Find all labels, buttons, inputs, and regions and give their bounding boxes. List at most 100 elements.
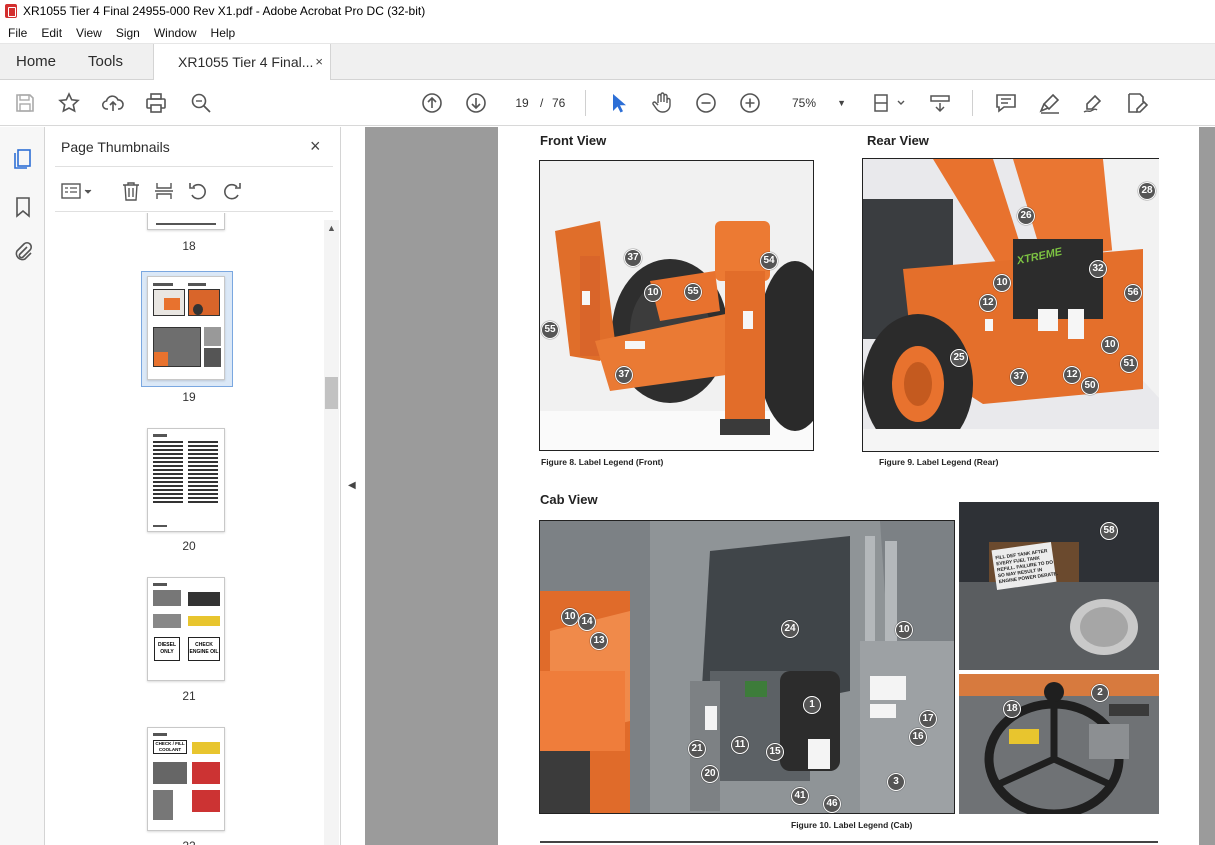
callout-badge: 12: [979, 294, 997, 312]
callout-badge: 2: [1091, 684, 1109, 702]
thumbnail-page-20[interactable]: [147, 428, 225, 532]
callout-badge: 10: [895, 621, 913, 639]
rear-figure-caption: Figure 9. Label Legend (Rear): [879, 457, 999, 467]
callout-badge: 13: [590, 632, 608, 650]
callout-badge: 17: [919, 710, 937, 728]
panel-title: Page Thumbnails: [61, 139, 170, 155]
zoom-value: 75%: [792, 96, 817, 110]
fill-sign-icon[interactable]: [1125, 91, 1149, 115]
cab-figure-caption: Figure 10. Label Legend (Cab): [791, 820, 913, 830]
hand-tool-icon[interactable]: [650, 91, 674, 115]
menu-view[interactable]: View: [68, 26, 108, 40]
callout-badge: 25: [950, 349, 968, 367]
callout-badge: 37: [615, 366, 633, 384]
attachment-icon[interactable]: [11, 240, 35, 264]
callout-badge: 58: [1100, 522, 1118, 540]
callout-badge: 18: [1003, 700, 1021, 718]
zoom-search-icon[interactable]: [189, 91, 213, 115]
pdf-page: Front View Rear View Figure 8. Label Leg…: [498, 127, 1199, 845]
tab-home[interactable]: Home: [16, 44, 56, 80]
zoom-in-icon[interactable]: [738, 91, 762, 115]
next-page-icon[interactable]: [464, 91, 488, 115]
toolbar: 19 / 76 75% ▼: [0, 80, 1215, 126]
save-icon[interactable]: [13, 91, 37, 115]
highlight-pen-icon[interactable]: [1038, 91, 1062, 115]
tab-tools[interactable]: Tools: [88, 44, 123, 80]
rotate-counterclockwise-icon[interactable]: [187, 180, 209, 202]
page-thumbnails-icon[interactable]: [11, 147, 35, 171]
sign-pen-icon[interactable]: [1081, 91, 1105, 115]
thumbnail-label: 21: [182, 689, 196, 703]
menu-bar: File Edit View Sign Window Help: [0, 22, 1215, 44]
panel-toolbar: [55, 166, 333, 212]
zoom-out-icon[interactable]: [694, 91, 718, 115]
callout-badge: 46: [823, 795, 841, 813]
scroll-mode-icon[interactable]: [928, 91, 952, 115]
tab-document[interactable]: XR1055 Tier 4 Final... ×: [153, 44, 331, 81]
toolbar-divider: [972, 90, 973, 116]
callout-badge: 50: [1081, 377, 1099, 395]
previous-page-icon[interactable]: [420, 91, 444, 115]
menu-edit[interactable]: Edit: [33, 26, 68, 40]
bookmark-icon[interactable]: [11, 195, 35, 219]
title-bar: XR1055 Tier 4 Final 24955-000 Rev X1.pdf…: [0, 0, 1215, 22]
page-total: 76: [552, 96, 566, 110]
menu-sign[interactable]: Sign: [108, 26, 146, 40]
left-rail: [0, 127, 45, 845]
callout-badge: 26: [1017, 207, 1035, 225]
close-tab-icon[interactable]: ×: [315, 44, 323, 80]
callout-badge: 41: [791, 787, 809, 805]
callout-badge: 24: [781, 620, 799, 638]
zoom-select[interactable]: 75% ▼: [780, 91, 852, 115]
callout-badge: 32: [1089, 260, 1107, 278]
steering-wheel-figure: [959, 674, 1159, 814]
thumbnail-page-21[interactable]: DIESEL ONLY CHECK ENGINE OIL: [147, 577, 225, 681]
menu-window[interactable]: Window: [146, 26, 203, 40]
document-view: Front View Rear View Figure 8. Label Leg…: [365, 127, 1215, 845]
chevron-down-icon: ▼: [837, 98, 846, 108]
callout-badge: 20: [701, 765, 719, 783]
upload-cloud-icon[interactable]: [101, 91, 125, 115]
thumbnail-scrollbar[interactable]: ▲: [324, 220, 339, 845]
callout-badge: 3: [887, 773, 905, 791]
callout-badge: 12: [1063, 366, 1081, 384]
callout-badge: 37: [1010, 368, 1028, 386]
thumbnail-label: 20: [182, 539, 196, 553]
callout-badge: 56: [1124, 284, 1142, 302]
rear-view-heading: Rear View: [867, 133, 929, 148]
delete-page-icon[interactable]: [120, 180, 142, 202]
check-engine-oil-mini-label: CHECK ENGINE OIL: [188, 637, 220, 661]
callout-badge: 37: [624, 249, 642, 267]
front-view-figure: [539, 160, 814, 451]
callout-badge: 11: [731, 736, 749, 754]
callout-badge: 10: [1101, 336, 1119, 354]
thumbnail-page-22[interactable]: CHECK / FILL COOLANT: [147, 727, 225, 831]
page-fit-icon[interactable]: [872, 91, 908, 115]
comment-icon[interactable]: [994, 91, 1018, 115]
diesel-only-mini-label: DIESEL ONLY: [154, 637, 180, 661]
toolbar-divider: [585, 90, 586, 116]
menu-help[interactable]: Help: [203, 26, 242, 40]
thumbnails-panel: Page Thumbnails × 18 19 20 DIESEL ONLY C…: [45, 127, 341, 845]
thumbnail-label: 22: [55, 839, 323, 845]
close-panel-icon[interactable]: ×: [310, 136, 321, 157]
tab-document-label: XR1055 Tier 4 Final...: [178, 54, 314, 70]
star-icon[interactable]: [57, 91, 81, 115]
select-cursor-icon[interactable]: [606, 91, 630, 115]
scrollbar-thumb[interactable]: [325, 377, 338, 409]
thumbnail-page-19[interactable]: [147, 276, 225, 380]
thumbnail-page-18[interactable]: [147, 213, 225, 230]
thumbnail-options-icon[interactable]: [60, 180, 94, 202]
window-title: XR1055 Tier 4 Final 24955-000 Rev X1.pdf…: [23, 4, 426, 18]
check-fill-coolant-mini-label: CHECK / FILL COOLANT: [153, 740, 187, 754]
callout-badge: 21: [688, 740, 706, 758]
page-number-input[interactable]: 19: [507, 91, 537, 115]
scroll-up-arrow-icon[interactable]: ▲: [327, 223, 336, 233]
rotate-clockwise-icon[interactable]: [221, 180, 243, 202]
callout-badge: 14: [578, 613, 596, 631]
callout-badge: 55: [541, 321, 559, 339]
menu-file[interactable]: File: [0, 26, 33, 40]
print-icon[interactable]: [144, 91, 168, 115]
collapse-panel-arrow-icon[interactable]: ◀: [348, 480, 356, 491]
extract-page-icon[interactable]: [153, 180, 175, 202]
